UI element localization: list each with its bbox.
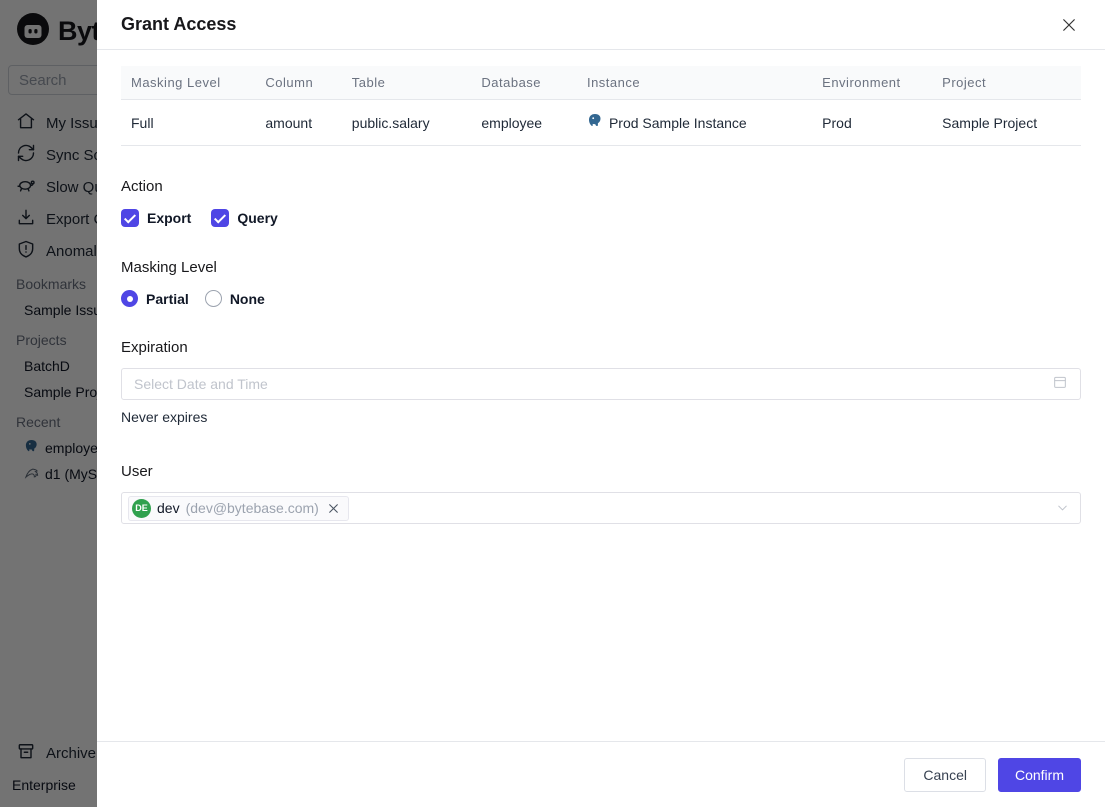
cell-column: amount bbox=[255, 99, 342, 146]
close-icon[interactable] bbox=[1057, 13, 1081, 37]
cancel-button[interactable]: Cancel bbox=[904, 757, 986, 792]
action-section-label: Action bbox=[121, 178, 163, 195]
none-radio[interactable] bbox=[204, 290, 222, 307]
cell-database: employee bbox=[471, 99, 577, 146]
query-checkbox-label: Query bbox=[237, 210, 278, 226]
grant-access-modal: Grant Access Masking Level Column Table … bbox=[97, 0, 1105, 807]
export-checkbox[interactable] bbox=[121, 209, 139, 227]
partial-radio-group[interactable]: Partial bbox=[121, 290, 189, 307]
col-header-instance: Instance bbox=[576, 66, 813, 100]
partial-radio-label: Partial bbox=[146, 290, 189, 307]
user-select[interactable]: DE dev (dev@bytebase.com) bbox=[121, 492, 1081, 524]
table-row: Full amount public.salary employee Prod … bbox=[121, 99, 1081, 146]
table-header-row: Masking Level Column Table Database Inst… bbox=[121, 66, 1081, 100]
expiration-note: Never expires bbox=[121, 409, 208, 425]
cell-project: Sample Project bbox=[932, 99, 1081, 146]
cell-instance: Prod Sample Instance bbox=[576, 99, 813, 146]
query-checkbox[interactable] bbox=[211, 209, 230, 227]
export-checkbox-group[interactable]: Export bbox=[121, 209, 191, 227]
user-email: (dev@bytebase.com) bbox=[185, 500, 319, 516]
modal-title: Grant Access bbox=[121, 14, 237, 34]
none-radio-label: None bbox=[229, 290, 265, 307]
none-radio-group[interactable]: None bbox=[204, 290, 265, 307]
cell-table: public.salary bbox=[341, 99, 472, 146]
modal-footer: Cancel Confirm bbox=[97, 741, 1105, 807]
expiration-datetime-picker[interactable] bbox=[121, 368, 1081, 400]
user-tag: DE dev (dev@bytebase.com) bbox=[128, 495, 349, 521]
cell-environment: Prod bbox=[812, 99, 933, 146]
cell-masking-level: Full bbox=[121, 99, 256, 146]
avatar: DE bbox=[132, 498, 151, 518]
remove-user-icon[interactable] bbox=[327, 502, 340, 515]
user-section-label: User bbox=[121, 463, 153, 480]
calendar-icon bbox=[1052, 374, 1068, 395]
col-header-project: Project bbox=[932, 66, 1081, 100]
expiration-section-label: Expiration bbox=[121, 339, 188, 356]
action-options: Export Query bbox=[121, 209, 1081, 227]
modal-header: Grant Access bbox=[97, 0, 1105, 50]
chevron-down-icon[interactable] bbox=[1055, 501, 1070, 516]
expiration-input[interactable] bbox=[134, 376, 1052, 392]
col-header-masking-level: Masking Level bbox=[121, 66, 256, 100]
query-checkbox-group[interactable]: Query bbox=[211, 209, 278, 227]
col-header-database: Database bbox=[471, 66, 577, 100]
col-header-table: Table bbox=[341, 66, 472, 100]
modal-body: Masking Level Column Table Database Inst… bbox=[97, 50, 1105, 741]
col-header-column: Column bbox=[255, 66, 342, 100]
confirm-button[interactable]: Confirm bbox=[997, 757, 1081, 792]
masking-section-label: Masking Level bbox=[121, 259, 217, 276]
partial-radio[interactable] bbox=[121, 290, 138, 307]
col-header-environment: Environment bbox=[812, 66, 933, 100]
grant-table: Masking Level Column Table Database Inst… bbox=[121, 66, 1081, 146]
postgres-icon bbox=[587, 113, 603, 132]
masking-options: Partial None bbox=[121, 290, 1081, 307]
instance-name: Prod Sample Instance bbox=[608, 114, 747, 131]
user-name: dev bbox=[157, 500, 180, 516]
export-checkbox-label: Export bbox=[147, 210, 192, 226]
